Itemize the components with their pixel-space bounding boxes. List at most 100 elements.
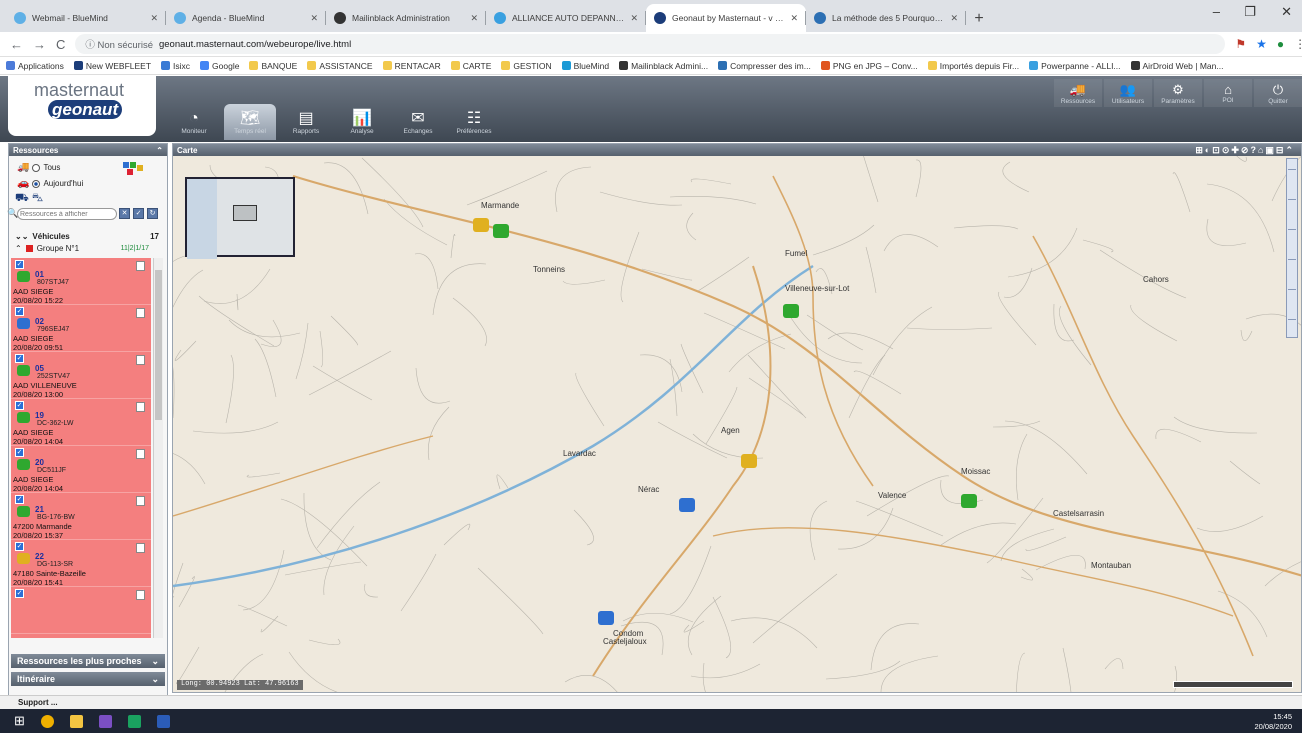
bookmark-item[interactable]: Importés depuis Fir... [927,61,1019,71]
color-legend-icon[interactable] [123,162,145,176]
resources-search-input[interactable] [17,208,117,220]
maximize-button[interactable]: ❐ [1244,4,1256,20]
nav-tab-tempsrel[interactable]: 🗺 Temps réel [224,104,276,140]
bookmark-item[interactable]: Compresser des im... [718,61,811,71]
vehicle-list-scrollbar[interactable] [153,258,163,638]
support-link[interactable]: Support ... [0,695,1302,709]
map-panel[interactable]: Carte ⊞◐⊡⊙✚⊘?⌂▣⊟⌃ Marmande Tonneins Villen… [172,143,1302,693]
bookmark-item[interactable]: Applications [6,61,64,71]
vehicle-row[interactable]: ✓ 21 BG-176-BW 47200 Marmande 20/08/20 15:37 [11,493,151,540]
vehicle-checkbox[interactable]: ✓ [15,354,24,363]
back-button[interactable]: ← [10,37,23,52]
word-taskbar-icon[interactable] [156,714,170,728]
profile-avatar[interactable]: ● [1277,37,1284,51]
tab-close-icon[interactable]: ✕ [150,13,158,24]
bookmark-item[interactable]: AirDroid Web | Man... [1130,61,1223,71]
forward-button[interactable]: → [33,37,46,52]
tab-close-icon[interactable]: ✕ [470,13,478,24]
bookmark-star-icon[interactable]: ★ [1256,37,1267,51]
overview-map[interactable] [185,177,295,259]
bookmark-item[interactable]: PNG en JPG – Conv... [820,61,918,71]
minimize-button[interactable]: – [1213,4,1220,19]
nearest-resources-accordion[interactable]: Ressources les plus proches ⌄ [11,654,165,668]
browser-tab[interactable]: ALLIANCE AUTO DEPANNAGE ✕ [486,4,646,32]
filter-all-radio[interactable] [32,163,41,172]
vehicle-type-icons[interactable]: ⛟ ⛍ [15,192,43,206]
nav-tab-rapports[interactable]: ▤ Rapports [280,104,332,140]
vehicle-checkbox[interactable]: ✓ [15,307,24,316]
browser-tab[interactable]: Agenda - BlueMind ✕ [166,4,326,32]
clear-filter-button[interactable]: ✕ [119,208,130,219]
vehicle-marker[interactable] [493,224,509,238]
vehicle-row[interactable]: ✓ 19 DC-362-LW AAD SIEGE 20/08/20 14:04 [11,399,151,446]
vehicles-header[interactable]: ⌄⌄ Véhicules 17 [9,230,167,242]
vehicle-checkbox[interactable]: ✓ [15,260,24,269]
zoom-slider[interactable] [1286,158,1298,338]
vehicle-details-icon[interactable] [136,543,145,553]
not-secure-label[interactable]: ⓘ Non sécurisé [85,37,153,51]
vehicle-details-icon[interactable] [136,308,145,318]
vehicle-checkbox[interactable]: ✓ [15,589,24,598]
nav-tab-prfrences[interactable]: ☷ Préférences [448,104,500,140]
translate-icon[interactable]: ⚑ [1235,37,1246,51]
map-canvas[interactable]: Marmande Tonneins Villeneuve-sur-Lot Agen Né… [173,156,1302,693]
chrome-taskbar-icon[interactable] [40,714,54,728]
vehicle-details-icon[interactable] [136,496,145,506]
browser-tab[interactable]: Mailinblack Administration ✕ [326,4,486,32]
nav-tab-moniteur[interactable]: ◔ Moniteur [168,104,220,140]
vehicle-details-icon[interactable] [136,590,145,600]
new-tab-button[interactable]: + [966,6,992,32]
vehicle-marker[interactable] [961,494,977,508]
filter-today-radio[interactable] [32,179,41,188]
onenote-taskbar-icon[interactable] [98,714,112,728]
tab-close-icon[interactable]: ✕ [790,13,798,24]
reload-button[interactable]: C [56,37,65,52]
admin-btn-quitter[interactable]: ⏻ Quitter [1254,79,1302,107]
vehicle-details-icon[interactable] [136,449,145,459]
vehicle-row[interactable]: ✓ 05 252STV47 AAD VILLENEUVE 20/08/20 13:00 [11,352,151,399]
admin-btn-utilisateurs[interactable]: 👥 Utilisateurs [1104,79,1152,107]
collapse-icon[interactable]: ⌃ [156,146,163,155]
bookmark-item[interactable]: New WEBFLEET [73,61,151,71]
nav-tab-analyse[interactable]: 📊 Analyse [336,104,388,140]
vehicle-row-partial[interactable]: ✓ [11,587,151,634]
explorer-taskbar-icon[interactable] [69,714,83,728]
chevron-up-icon[interactable]: ⌃ [15,244,22,253]
vehicle-details-icon[interactable] [136,261,145,271]
bookmark-item[interactable]: CARTE [450,61,491,71]
browser-tab[interactable]: Geonaut by Masternaut - v 2.12.4 ✕ [646,4,806,32]
group-row[interactable]: ⌃ Groupe N°1 11|2|1/17 [9,242,167,254]
tab-close-icon[interactable]: ✕ [630,13,638,24]
url-input[interactable]: ⓘ Non sécurisé geonaut.masternaut.com/we… [75,34,1226,54]
admin-btn-paramtres[interactable]: ⚙ Paramètres [1154,79,1202,107]
overview-viewport[interactable] [233,205,257,221]
admin-btn-poi[interactable]: ⌂ POI [1204,79,1252,107]
vehicle-checkbox[interactable]: ✓ [15,401,24,410]
check-all-button[interactable]: ✓ [133,208,144,219]
windows-start-icon[interactable]: ⊞ [14,713,25,729]
expand-all-icon[interactable]: ⌄⌄ [15,232,28,241]
refresh-button[interactable]: ↻ [147,208,158,219]
vehicle-marker[interactable] [741,454,757,468]
vehicle-marker[interactable] [679,498,695,512]
vehicle-marker[interactable] [473,218,489,232]
vehicle-checkbox[interactable]: ✓ [15,542,24,551]
bookmark-item[interactable]: Google [200,61,239,71]
vehicle-row[interactable]: ✓ 02 796SEJ47 AAD SIEGE 20/08/20 09:51 [11,305,151,352]
vehicle-marker[interactable] [783,304,799,318]
bookmark-item[interactable]: BANQUE [249,61,297,71]
bookmark-item[interactable]: BlueMind [561,61,609,71]
vehicle-details-icon[interactable] [136,402,145,412]
bookmark-item[interactable]: Isixc [161,61,190,71]
admin-btn-ressources[interactable]: 🚚 Ressources [1054,79,1102,107]
bookmark-item[interactable]: GESTION [501,61,552,71]
itinerary-accordion[interactable]: Itinéraire ⌄ [11,672,165,686]
vehicle-row[interactable]: ✓ 20 DC511JF AAD SIEGE 20/08/20 14:04 [11,446,151,493]
vehicle-details-icon[interactable] [136,355,145,365]
bookmark-item[interactable]: ASSISTANCE [307,61,373,71]
browser-tab[interactable]: Webmail - BlueMind ✕ [6,4,166,32]
vehicle-row[interactable]: ✓ 22 DG-113-SR 47180 Sainte-Bazeille 20/08/2… [11,540,151,587]
app-taskbar-icon[interactable] [127,714,141,728]
menu-icon[interactable]: ⋮ [1294,37,1302,51]
nav-tab-echanges[interactable]: ✉ Echanges [392,104,444,140]
